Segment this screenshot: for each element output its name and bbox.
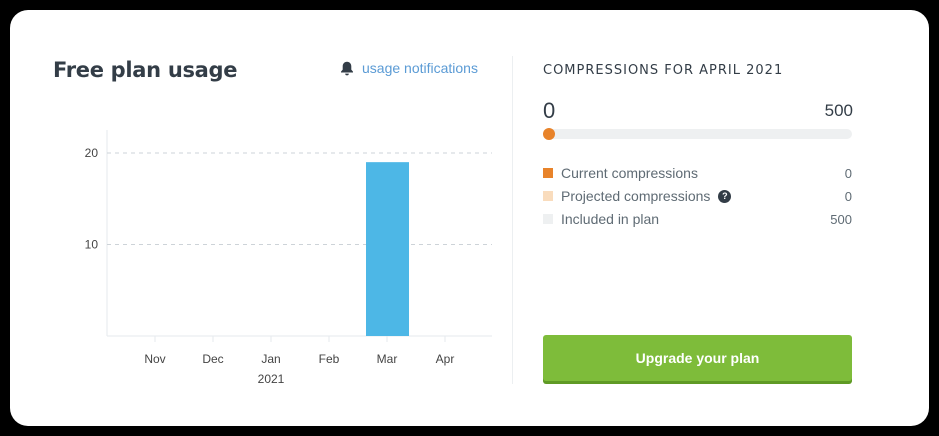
compressions-progress-fill <box>543 128 555 140</box>
x-tick-label: Feb <box>319 352 340 366</box>
y-tick-label: 20 <box>85 146 99 160</box>
legend-swatch-included <box>543 214 553 224</box>
legend-label: Current compressions <box>561 165 698 181</box>
panel-divider <box>512 56 513 384</box>
x-tick-label: Apr <box>436 352 455 366</box>
legend-included-in-plan: Included in plan 500 <box>543 209 852 229</box>
compressions-progress-bar <box>543 128 852 140</box>
legend-current-compressions: Current compressions 0 <box>543 163 852 183</box>
progress-min-label: 0 <box>543 98 556 123</box>
legend-projected-compressions: Projected compressions ? 0 <box>543 186 852 206</box>
usage-notifications-link[interactable]: usage notifications <box>340 60 478 76</box>
legend-swatch-projected <box>543 191 553 201</box>
usage-bar-chart: 10 20 Nov Dec Jan Feb Mar Apr 2021 <box>85 130 492 386</box>
upgrade-plan-button[interactable]: Upgrade your plan <box>543 335 852 381</box>
x-tick-label: Mar <box>377 352 398 366</box>
legend-value: 500 <box>830 211 852 227</box>
legend-value: 0 <box>844 165 852 181</box>
legend-label: Projected compressions <box>561 188 711 204</box>
usage-notifications-label: usage notifications <box>362 60 478 76</box>
compressions-heading: COMPRESSIONS FOR APRIL 2021 <box>543 63 784 78</box>
legend-label: Included in plan <box>561 211 660 227</box>
legend-swatch-current <box>543 168 553 178</box>
usage-card: Free plan usage usage notifications 10 20… <box>10 10 929 426</box>
bell-icon <box>340 61 354 76</box>
progress-max-label: 500 <box>824 101 853 120</box>
x-tick-label: Nov <box>144 352 165 366</box>
page-title: Free plan usage <box>53 58 238 82</box>
y-tick-label: 10 <box>85 238 99 252</box>
x-tick-label: Dec <box>202 352 223 366</box>
bar-mar <box>366 162 409 336</box>
question-circle-icon[interactable]: ? <box>718 189 732 203</box>
x-year-label: 2021 <box>258 372 285 386</box>
x-tick-label: Jan <box>261 352 280 366</box>
legend-value: 0 <box>844 188 852 204</box>
